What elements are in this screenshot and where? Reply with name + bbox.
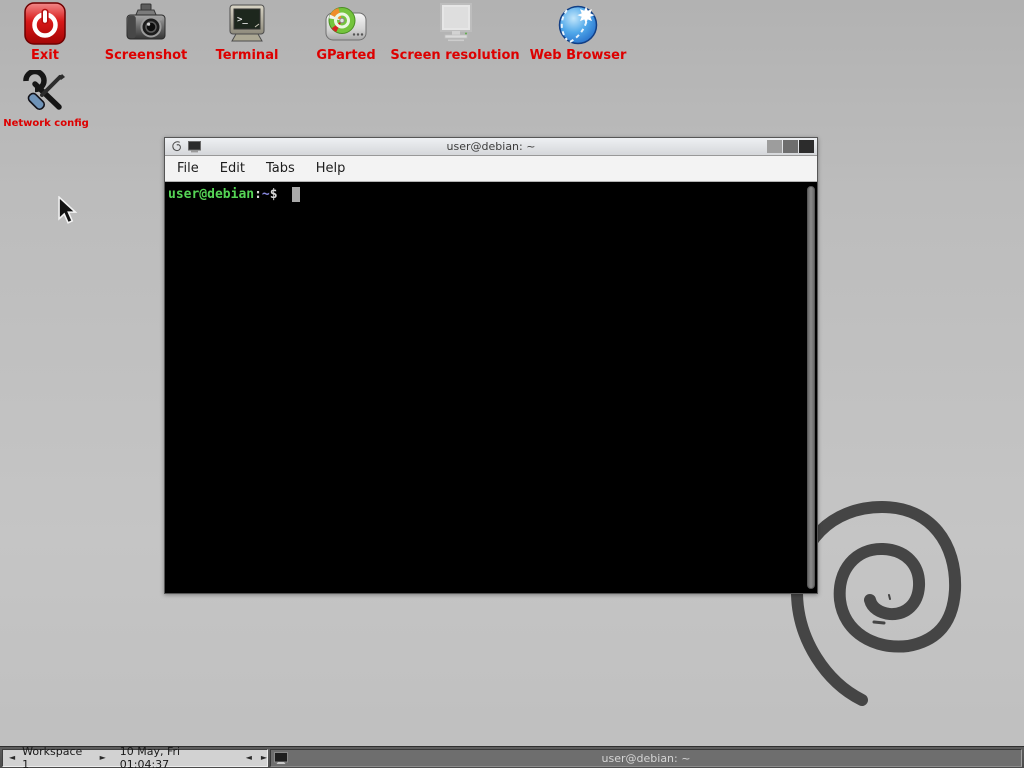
desktop-icon-terminal[interactable]: >_ Terminal — [197, 2, 297, 63]
prompt-symbol: $ — [270, 187, 286, 202]
prompt-colon: : — [254, 187, 262, 202]
task-button-title: user@debian: ~ — [271, 752, 1021, 765]
window-titlebar[interactable]: user@debian: ~ — [165, 138, 817, 156]
shell-prompt: user@debian:~$ — [168, 187, 814, 202]
terminal-cursor — [292, 187, 300, 202]
power-icon — [0, 2, 90, 48]
taskbar-clock: 10 May, Fri 01:04:37 — [120, 745, 233, 768]
desktop-icon-label: Exit — [0, 48, 90, 63]
taskbar-inset-panel: ◄ Workspace 1 ► 10 May, Fri 01:04:37 ◄ ► — [2, 749, 268, 767]
minimize-button[interactable] — [767, 140, 782, 153]
mouse-pointer — [57, 196, 79, 230]
window-title: user@debian: ~ — [165, 140, 817, 153]
desktop-icon-label: Screenshot — [91, 48, 201, 63]
workspace-label[interactable]: Workspace 1 — [22, 745, 92, 768]
globe-icon — [524, 2, 632, 48]
desktop-icon-label: GParted — [296, 48, 396, 63]
workspace-next-icon[interactable]: ► — [100, 750, 106, 766]
desktop-icon-label: Network config — [0, 116, 94, 131]
tools-icon — [0, 70, 94, 116]
desktop-icon-network-config[interactable]: Network config — [0, 70, 94, 131]
desktop-icon-screen-resolution[interactable]: Screen resolution — [388, 2, 522, 63]
pager-prev-icon[interactable]: ◄ — [246, 750, 252, 766]
menu-file[interactable]: File — [177, 161, 199, 176]
terminal-window: user@debian: ~ File Edit Tabs Help user@… — [164, 137, 818, 594]
prompt-user-host: user@debian — [168, 187, 254, 202]
terminal-scrollbar[interactable] — [806, 184, 816, 591]
desktop-icon-web-browser[interactable]: Web Browser — [524, 2, 632, 63]
workspace-prev-icon[interactable]: ◄ — [9, 750, 15, 766]
prompt-cwd: ~ — [262, 187, 270, 202]
desktop-icon-label: Terminal — [197, 48, 297, 63]
crt-terminal-icon: >_ — [197, 2, 297, 48]
desktop-icon-exit[interactable]: Exit — [0, 2, 90, 63]
monitor-icon — [388, 2, 522, 48]
desktop-icon-screenshot[interactable]: Screenshot — [91, 2, 201, 63]
camera-icon — [91, 2, 201, 48]
menu-tabs[interactable]: Tabs — [266, 161, 295, 176]
close-button[interactable] — [799, 140, 814, 153]
menu-help[interactable]: Help — [316, 161, 346, 176]
menubar: File Edit Tabs Help — [165, 156, 817, 182]
maximize-button[interactable] — [783, 140, 798, 153]
menu-edit[interactable]: Edit — [220, 161, 245, 176]
desktop-icon-gparted[interactable]: GParted — [296, 2, 396, 63]
task-button-terminal[interactable]: user@debian: ~ — [270, 749, 1022, 767]
taskbar: ◄ Workspace 1 ► 10 May, Fri 01:04:37 ◄ ►… — [0, 746, 1024, 768]
pager-next-icon[interactable]: ► — [261, 750, 267, 766]
desktop-icon-label: Web Browser — [524, 48, 632, 63]
terminal-content[interactable]: user@debian:~$ — [165, 183, 817, 593]
svg-text:>_: >_ — [237, 15, 248, 25]
desktop-icon-label: Screen resolution — [388, 48, 522, 63]
scrollbar-thumb[interactable] — [807, 186, 815, 589]
disk-partition-icon — [296, 2, 396, 48]
